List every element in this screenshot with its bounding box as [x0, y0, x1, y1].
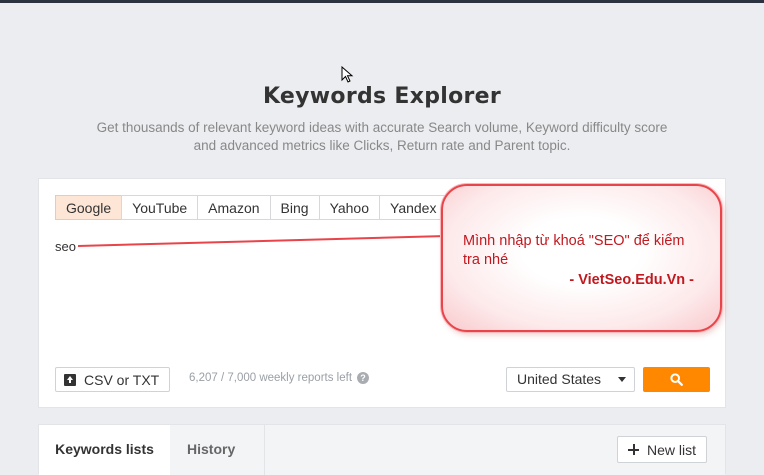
- tab-yandex[interactable]: Yandex: [379, 195, 448, 220]
- annotation-signature: - VietSeo.Edu.Vn -: [569, 272, 694, 288]
- country-select[interactable]: United States: [506, 367, 635, 392]
- tab-google[interactable]: Google: [55, 195, 123, 220]
- upload-csv-label: CSV or TXT: [84, 371, 160, 388]
- plus-icon: [628, 444, 639, 455]
- reports-remaining-text: 6,207 / 7,000 weekly reports left: [189, 372, 353, 384]
- caret-down-icon: [618, 377, 626, 382]
- tab-history[interactable]: History: [170, 425, 265, 475]
- page-subtitle: Get thousands of relevant keyword ideas …: [96, 120, 668, 153]
- search-icon: [670, 373, 683, 386]
- tab-youtube[interactable]: YouTube: [121, 195, 199, 220]
- tab-amazon[interactable]: Amazon: [197, 195, 271, 220]
- annotation-callout: Mình nhập từ khoá "SEO" để kiểm tra nhé …: [441, 184, 722, 332]
- tab-yahoo[interactable]: Yahoo: [318, 195, 381, 220]
- keyword-lists-panel: Keywords lists History New list: [38, 424, 726, 475]
- tab-bing[interactable]: Bing: [269, 195, 320, 220]
- search-button[interactable]: [643, 367, 710, 392]
- new-list-label: New list: [647, 441, 697, 458]
- keywords-input[interactable]: seo: [55, 239, 76, 254]
- search-engine-tabs: Google YouTube Amazon Bing Yahoo Yandex: [55, 195, 448, 220]
- tab-keywords-lists[interactable]: Keywords lists: [39, 425, 170, 475]
- reports-remaining: 6,207 / 7,000 weekly reports left ?: [189, 372, 370, 384]
- upload-csv-button[interactable]: CSV or TXT: [55, 367, 171, 392]
- country-select-value: United States: [517, 371, 602, 387]
- upload-icon: [64, 373, 76, 386]
- page-title: Keywords Explorer: [262, 84, 502, 109]
- help-icon[interactable]: ?: [357, 372, 370, 384]
- top-bar: [0, 0, 764, 3]
- mouse-cursor-icon: [341, 66, 354, 83]
- annotation-message: Mình nhập từ khoá "SEO" để kiểm tra nhé: [463, 233, 685, 268]
- new-list-button[interactable]: New list: [617, 436, 708, 463]
